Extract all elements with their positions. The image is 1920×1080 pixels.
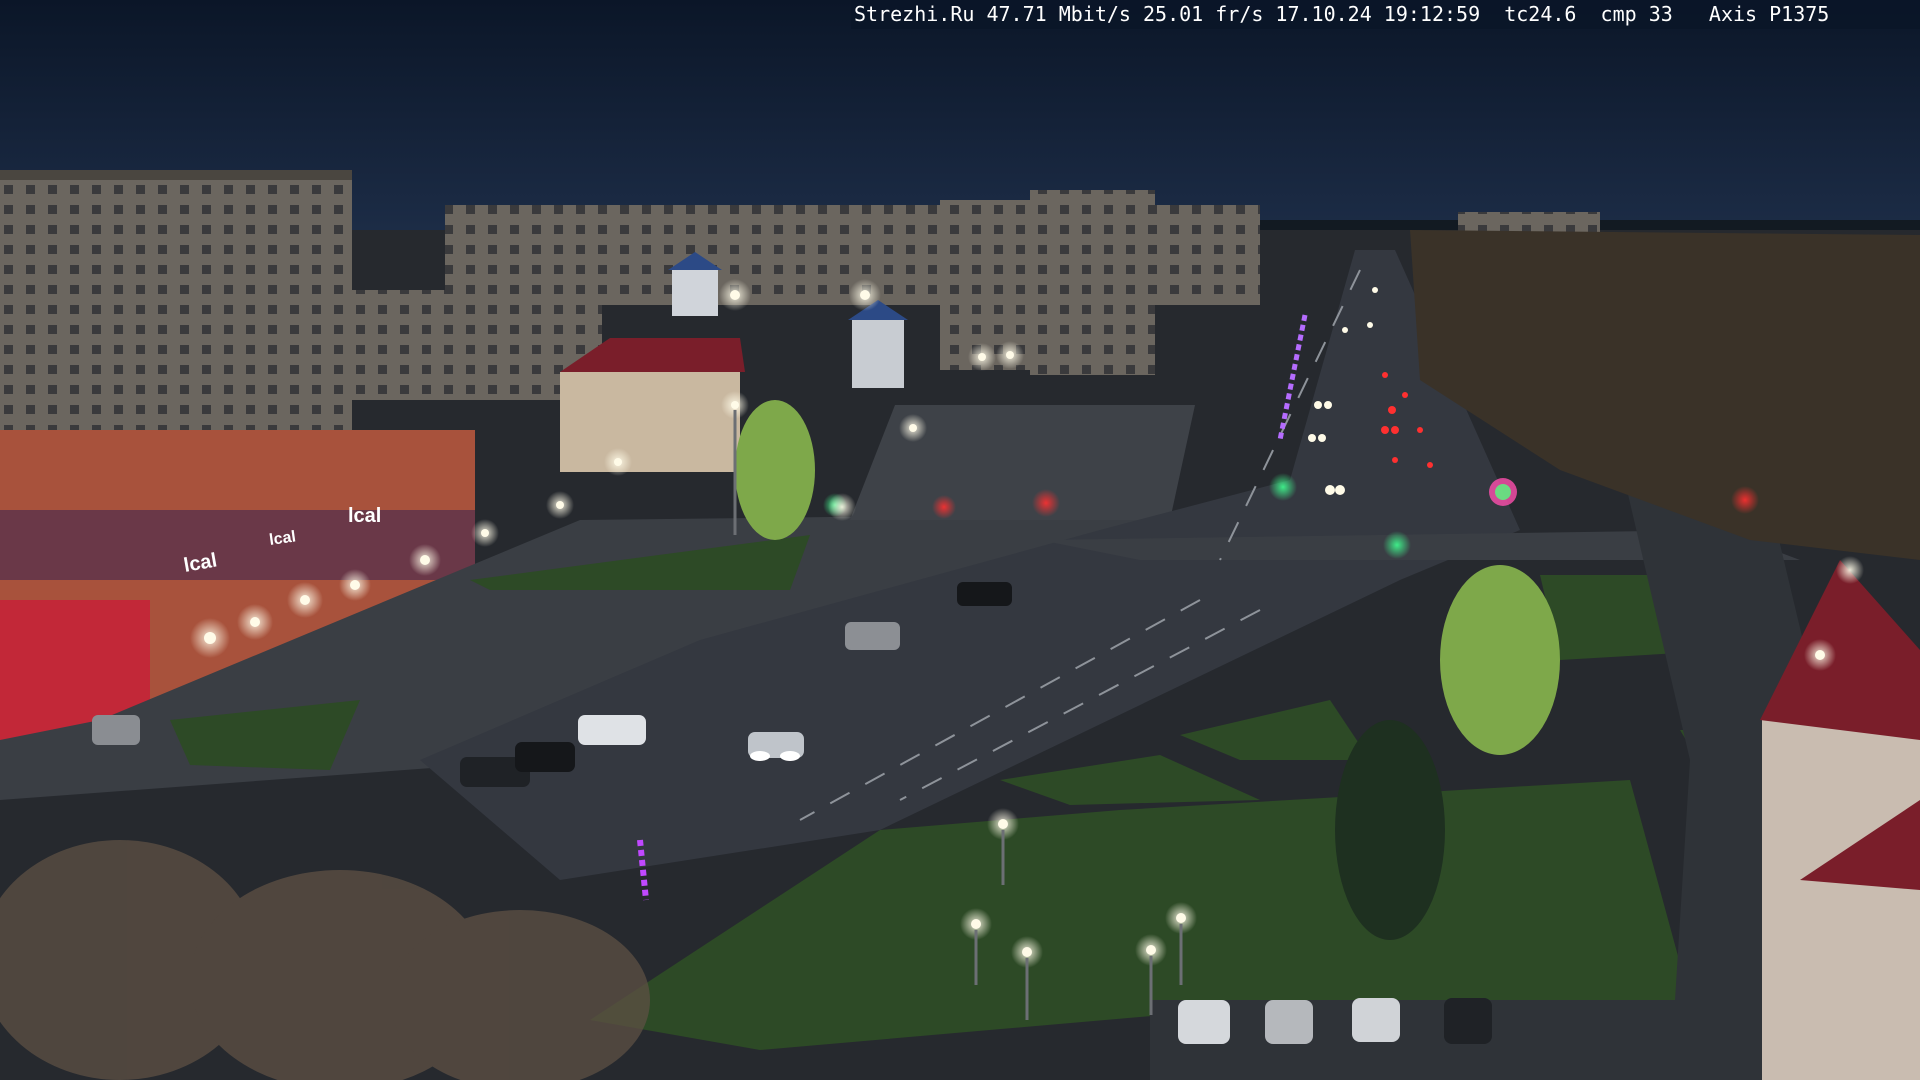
tall-tower	[1030, 190, 1155, 375]
webcam-scene: lcal lcal lcal	[0, 0, 1920, 1080]
pine-tree	[1335, 720, 1445, 940]
shop-sign: lcal	[348, 505, 381, 527]
kiosk-2	[852, 318, 904, 388]
traffic-light-red-2	[932, 495, 956, 519]
traffic-light-red-3	[1731, 486, 1759, 514]
webcam-overlay-text: Strezhi.Ru 47.71 Mbit/s 25.01 fr/s 17.10…	[851, 0, 1920, 29]
corner-building	[1762, 720, 1920, 1080]
moving-cars	[748, 732, 804, 761]
traffic-light-green	[1269, 473, 1297, 501]
red-roof-building	[560, 372, 740, 472]
traffic-light-green-2	[1383, 531, 1411, 559]
traffic-light-red	[1032, 489, 1060, 517]
kiosk	[672, 268, 718, 316]
